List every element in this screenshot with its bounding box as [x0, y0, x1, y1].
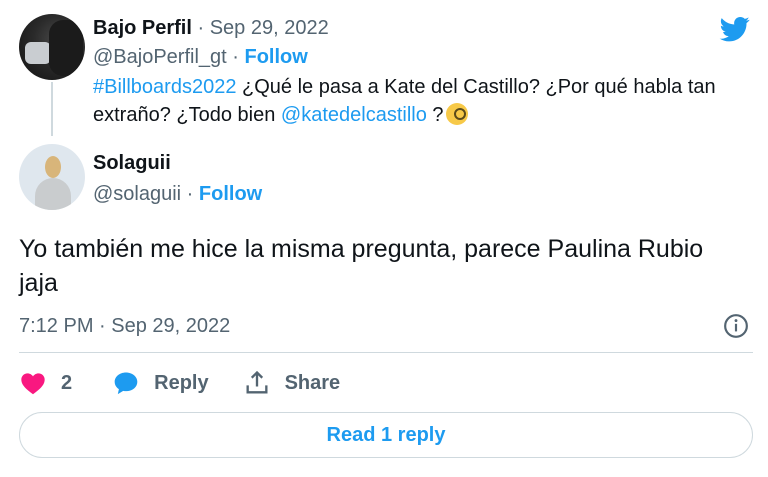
share-button[interactable]: Share — [243, 369, 341, 397]
avatar-solaguii[interactable] — [19, 144, 85, 210]
parent-tweet-header: Bajo Perfil · Sep 29, 2022 — [93, 15, 329, 41]
parent-date[interactable]: Sep 29, 2022 — [210, 17, 329, 39]
parent-display-name[interactable]: Bajo Perfil — [93, 17, 192, 39]
action-bar: 2 Reply Share — [19, 367, 340, 399]
share-upload-icon — [246, 370, 268, 394]
speech-bubble-icon — [114, 372, 138, 395]
read-reply-button[interactable]: Read 1 reply — [19, 412, 753, 458]
parent-follow-link[interactable]: Follow — [244, 46, 307, 68]
tweet-timestamp[interactable]: 7:12 PM · Sep 29, 2022 — [19, 313, 230, 339]
avatar-bajo-perfil[interactable] — [19, 14, 85, 80]
share-label: Share — [284, 371, 341, 394]
parent-handle[interactable]: @BajoPerfil_gt — [93, 46, 227, 68]
like-count: 2 — [61, 371, 73, 394]
reply-tweet-header: Solaguii — [93, 150, 171, 176]
parent-tweet-text: #Billboards2022 ¿Qué le pasa a Kate del … — [93, 73, 753, 129]
parent-handle-separator: · — [226, 46, 245, 68]
like-button[interactable]: 2 — [19, 369, 72, 397]
twitter-bird-icon[interactable] — [718, 14, 752, 44]
info-icon[interactable] — [723, 313, 749, 339]
parent-text-part2: ? — [426, 104, 444, 126]
reply-button[interactable]: Reply — [112, 369, 209, 397]
reply-tweet-text: Yo también me hice la misma pregunta, pa… — [19, 235, 704, 297]
reply-follow-link[interactable]: Follow — [199, 183, 262, 205]
reply-handle[interactable]: @solaguii — [93, 183, 181, 205]
thread-connector-line — [51, 82, 53, 136]
parent-handle-line: @BajoPerfil_gt · Follow — [93, 44, 308, 70]
mention-link[interactable]: @katedelcastillo — [281, 104, 427, 126]
hashtag-link[interactable]: #Billboards2022 — [93, 76, 236, 98]
reply-label: Reply — [154, 371, 209, 394]
action-divider — [19, 352, 753, 353]
parent-separator: · — [191, 17, 210, 39]
reply-handle-line: @solaguii · Follow — [93, 181, 262, 207]
reply-display-name[interactable]: Solaguii — [93, 152, 171, 174]
face-with-monocle-emoji-icon — [445, 103, 468, 125]
reply-handle-separator: · — [181, 183, 199, 205]
embedded-tweet-card: Bajo Perfil · Sep 29, 2022 @BajoPerfil_g… — [0, 0, 768, 477]
heart-icon — [21, 373, 45, 395]
